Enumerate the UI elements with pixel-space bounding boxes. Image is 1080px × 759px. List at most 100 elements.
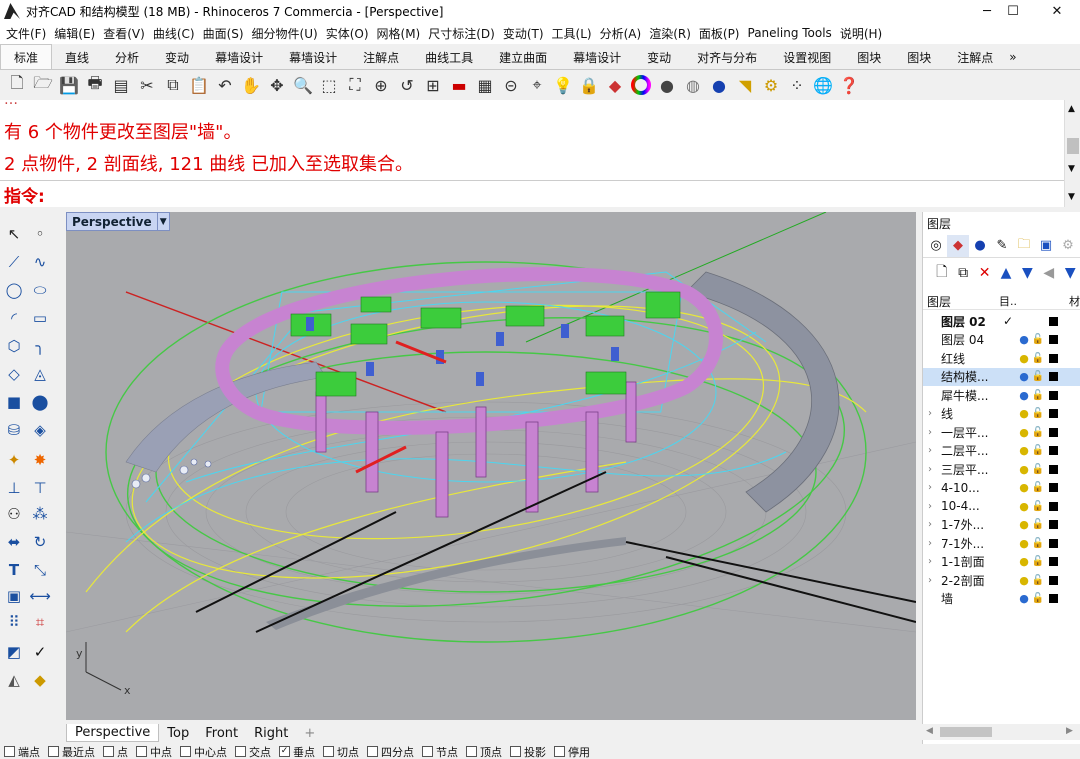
grid-icon[interactable]: ▦ bbox=[472, 72, 498, 98]
fillet-icon[interactable]: ╮ bbox=[28, 334, 52, 358]
expand-chevron-icon[interactable]: › bbox=[923, 464, 937, 475]
checkbox-icon[interactable] bbox=[48, 746, 59, 757]
scale-icon[interactable]: ⤡ bbox=[28, 558, 52, 582]
checkbox-icon[interactable] bbox=[510, 746, 521, 757]
checkbox-icon[interactable] bbox=[554, 746, 565, 757]
viewport-menu-chevron-icon[interactable]: ▼ bbox=[156, 213, 169, 230]
filter-icon[interactable]: ◥ bbox=[732, 72, 758, 98]
layer-row[interactable]: › 一层平... ● 🔓 bbox=[923, 423, 1080, 441]
layer-row[interactable]: 墙 ● 🔓 bbox=[923, 590, 1080, 608]
rotate-view-icon[interactable]: ✥ bbox=[264, 72, 290, 98]
panel-horizontal-scrollbar[interactable]: ◀ ▶ bbox=[922, 724, 1080, 740]
menu-tools[interactable]: 工具(L) bbox=[548, 25, 596, 42]
lock-icon[interactable]: 🔓 bbox=[1031, 519, 1045, 530]
lock-icon[interactable]: 🔒 bbox=[576, 72, 602, 98]
layer-icon[interactable]: ◆ bbox=[602, 72, 628, 98]
materials-icon[interactable]: ✎ bbox=[991, 235, 1013, 257]
save-icon[interactable]: 💾 bbox=[56, 72, 82, 98]
expand-chevron-icon[interactable]: › bbox=[923, 427, 937, 438]
expand-chevron-icon[interactable]: › bbox=[923, 408, 937, 419]
osnap-checkbox[interactable]: 点 bbox=[103, 744, 128, 759]
tab-transform[interactable]: 变动 bbox=[152, 45, 202, 69]
pan-icon[interactable]: ✋ bbox=[238, 72, 264, 98]
menu-surface[interactable]: 曲面(S) bbox=[199, 25, 248, 42]
checkbox-icon[interactable] bbox=[323, 746, 334, 757]
layer-color-swatch[interactable] bbox=[1049, 353, 1058, 363]
trim-icon[interactable]: ⊤ bbox=[28, 476, 52, 500]
print-icon[interactable]: 🖶 bbox=[82, 72, 108, 98]
light-icon[interactable]: 💡 bbox=[550, 72, 576, 98]
light-bulb-icon[interactable]: ● bbox=[1017, 352, 1031, 365]
lock-icon[interactable]: 🔓 bbox=[1031, 501, 1045, 512]
light-bulb-icon[interactable]: ● bbox=[1017, 481, 1031, 494]
material-icon[interactable]: ◍ bbox=[680, 72, 706, 98]
view-tab-front[interactable]: Front bbox=[197, 726, 246, 741]
mesh-icon[interactable]: ◈ bbox=[28, 418, 52, 442]
layer-color-swatch[interactable] bbox=[1049, 335, 1058, 344]
libraries-icon[interactable]: 🗀 bbox=[1013, 235, 1035, 257]
zoom-icon[interactable]: 🔍 bbox=[290, 72, 316, 98]
group-icon[interactable]: ⚇ bbox=[2, 502, 26, 526]
osnap-checkbox[interactable]: 交点 bbox=[235, 744, 271, 759]
move-down-icon[interactable]: ▼ bbox=[1017, 265, 1038, 281]
viewport-layout-icon[interactable]: ⊞ bbox=[420, 72, 446, 98]
lock-icon[interactable]: 🔓 bbox=[1031, 408, 1045, 419]
globe-icon[interactable]: 🌐 bbox=[810, 72, 836, 98]
tab-analyze[interactable]: 分析 bbox=[102, 45, 152, 69]
drafting-icon[interactable]: ◆ bbox=[28, 668, 52, 692]
lock-icon[interactable]: 🔓 bbox=[1031, 445, 1045, 456]
zoom-selected-icon[interactable]: ⊕ bbox=[368, 72, 394, 98]
osnap-checkbox[interactable]: 投影 bbox=[510, 744, 546, 759]
filter-layer-icon[interactable]: ▼ bbox=[1060, 265, 1080, 281]
tab-align-distribute[interactable]: 对齐与分布 bbox=[684, 45, 770, 69]
checkbox-icon[interactable] bbox=[4, 746, 15, 757]
delete-layer-icon[interactable]: ✕ bbox=[974, 265, 995, 281]
expand-chevron-icon[interactable]: › bbox=[923, 482, 937, 493]
menu-analyze[interactable]: 分析(A) bbox=[596, 25, 646, 42]
lock-icon[interactable]: 🔓 bbox=[1031, 593, 1045, 604]
tab-annotation-1[interactable]: 注解点 bbox=[350, 45, 412, 69]
tab-block-2[interactable]: 图块 bbox=[894, 45, 944, 69]
properties-icon[interactable]: ◎ bbox=[925, 235, 947, 257]
new-sublayer-icon[interactable]: ⧉ bbox=[952, 265, 973, 281]
layer-row[interactable]: 犀牛模... ● 🔓 bbox=[923, 386, 1080, 404]
column-header-material[interactable]: 材 bbox=[1069, 293, 1080, 309]
lock-icon[interactable]: 🔓 bbox=[1031, 353, 1045, 364]
checkbox-icon[interactable] bbox=[103, 746, 114, 757]
viewport-title-tab[interactable]: Perspective ▼ bbox=[66, 212, 170, 231]
ungroup-icon[interactable]: ⁂ bbox=[28, 502, 52, 526]
boolean-icon[interactable]: ⬤ bbox=[28, 390, 52, 414]
tab-curtain-wall-1[interactable]: 幕墙设计 bbox=[202, 45, 276, 69]
column-header-current[interactable]: 目.. bbox=[999, 293, 1017, 309]
layer-row[interactable]: › 10-4... ● 🔓 bbox=[923, 497, 1080, 515]
layer-color-swatch[interactable] bbox=[1049, 520, 1058, 529]
loft-icon[interactable]: ◬ bbox=[28, 362, 52, 386]
checkbox-icon[interactable] bbox=[466, 746, 477, 757]
light-bulb-icon[interactable]: ● bbox=[1017, 500, 1031, 513]
menu-help[interactable]: 说明(H) bbox=[836, 25, 886, 42]
layer-row[interactable]: 结构模... ● 🔓 bbox=[923, 367, 1080, 386]
sphere-icon[interactable]: ● bbox=[654, 72, 680, 98]
osnap-checkbox[interactable]: 中心点 bbox=[180, 744, 227, 759]
tab-block-1[interactable]: 图块 bbox=[844, 45, 894, 69]
osnap-checkbox[interactable]: ✓ 垂点 bbox=[279, 744, 315, 759]
layers-icon[interactable]: ◆ bbox=[947, 234, 969, 257]
cut-icon[interactable]: ✂ bbox=[134, 72, 160, 98]
menu-solid[interactable]: 实体(O) bbox=[322, 25, 373, 42]
layer-color-swatch[interactable] bbox=[1049, 409, 1058, 418]
import-icon[interactable]: ▤ bbox=[108, 72, 134, 98]
layer-color-swatch[interactable] bbox=[1049, 446, 1058, 455]
expand-chevron-icon[interactable]: › bbox=[923, 556, 937, 567]
add-view-tab-icon[interactable]: + bbox=[296, 726, 323, 741]
circle-icon[interactable]: ◯ bbox=[2, 278, 26, 302]
layer-color-swatch[interactable] bbox=[1049, 464, 1058, 474]
new-layer-icon[interactable]: 🗋 bbox=[931, 261, 952, 285]
close-button[interactable]: ✕ bbox=[1034, 0, 1080, 22]
layer-color-swatch[interactable] bbox=[1049, 390, 1058, 400]
lock-icon[interactable]: 🔓 bbox=[1031, 390, 1045, 401]
command-prompt[interactable]: 指令: bbox=[0, 180, 1064, 207]
tab-curtain-wall-3[interactable]: 幕墙设计 bbox=[560, 45, 634, 69]
tab-curtain-wall-2[interactable]: 幕墙设计 bbox=[276, 45, 350, 69]
model-canvas[interactable]: x y bbox=[66, 212, 916, 720]
expand-chevron-icon[interactable]: › bbox=[923, 575, 937, 586]
